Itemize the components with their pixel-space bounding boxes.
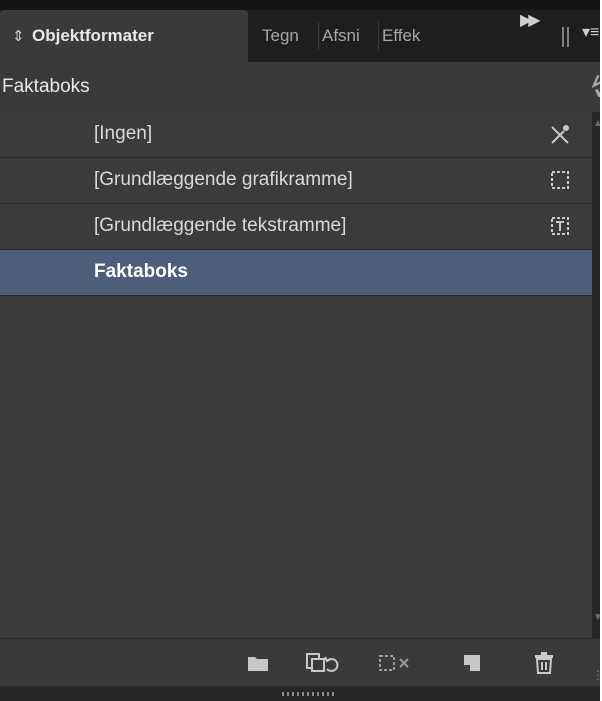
style-label: Faktaboks (94, 261, 188, 282)
tab-divider (318, 22, 319, 50)
current-style-name: Faktaboks (2, 76, 90, 97)
text-frame-icon (551, 217, 569, 235)
tab-label: Effek (382, 26, 421, 45)
panel-bottom-bar (0, 686, 600, 701)
style-list: [Ingen] [Grundlæggende grafikramme] [Gru… (0, 112, 592, 638)
list-item[interactable]: [Ingen] (0, 112, 592, 158)
sort-arrows-icon: ⇕ (12, 28, 25, 45)
panel-divider (567, 27, 569, 47)
new-style-icon[interactable] (460, 651, 484, 675)
scrollbar[interactable] (592, 112, 600, 638)
tab-label: Tegn (262, 26, 299, 45)
panel-menu-icon[interactable]: ▾≡ (582, 22, 599, 42)
tab-divider (378, 22, 379, 50)
style-label: [Ingen] (94, 123, 153, 144)
quick-apply-icon[interactable]: ↯ (585, 70, 600, 105)
tab-label: Objektformater (32, 26, 154, 45)
scroll-down-icon[interactable]: ▼ (593, 612, 600, 623)
tab-afsnit[interactable]: Afsni (322, 10, 376, 62)
graphic-frame-icon (551, 171, 569, 189)
object-styles-panel: ⇕ Objektformater Tegn Afsni Effek ▶▶ ▾≡ F… (0, 0, 600, 701)
panel-footer (0, 638, 600, 687)
current-style-bar: Faktaboks ↯ (0, 62, 600, 112)
panel-top-strip (0, 0, 600, 10)
panel-divider (562, 27, 564, 47)
style-label: [Grundlæggende grafikramme] (94, 169, 353, 190)
new-group-icon[interactable] (246, 651, 270, 675)
resize-corner-icon[interactable]: ⋮ (592, 668, 600, 682)
list-item[interactable]: [Grundlæggende grafikramme] (0, 158, 592, 204)
clear-overrides-icon[interactable] (378, 651, 414, 675)
tab-bar: ⇕ Objektformater Tegn Afsni Effek ▶▶ ▾≡ (0, 10, 600, 62)
tab-effekter[interactable]: Effek (382, 10, 444, 62)
list-item[interactable]: [Grundlæggende tekstramme] (0, 204, 592, 250)
scroll-up-icon[interactable]: ▲ (593, 118, 600, 129)
tab-objektformater[interactable]: ⇕ Objektformater (0, 10, 248, 62)
tab-tegn[interactable]: Tegn (262, 10, 316, 62)
style-label: [Grundlæggende tekstramme] (94, 215, 347, 236)
resize-grip-icon[interactable] (280, 690, 340, 698)
list-item[interactable]: Faktaboks (0, 250, 592, 296)
no-style-icon (551, 125, 569, 144)
delete-style-icon[interactable] (532, 651, 556, 675)
more-tabs-icon[interactable]: ▶▶ (520, 10, 541, 30)
load-styles-icon[interactable] (305, 651, 341, 675)
tab-label: Afsni (322, 26, 360, 45)
